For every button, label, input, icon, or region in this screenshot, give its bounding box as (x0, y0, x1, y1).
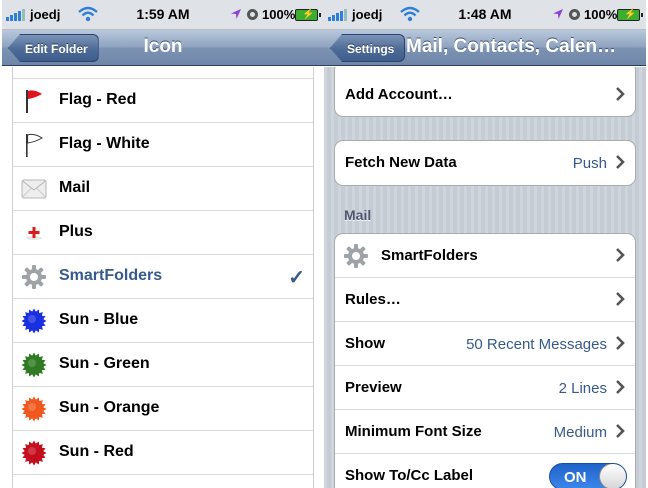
item-label: Flag - White (59, 135, 150, 152)
gear-icon (22, 265, 46, 289)
chevron-right-icon (616, 248, 625, 262)
list-item-flag-white[interactable]: Flag - White (13, 123, 313, 167)
show-cell[interactable]: Show 50 Recent Messages (335, 322, 635, 366)
show-value: 50 Recent Messages (466, 336, 607, 353)
font-size-label: Minimum Font Size (345, 423, 482, 440)
fetch-label: Fetch New Data (345, 154, 457, 171)
chevron-right-icon (616, 424, 625, 438)
page-title: Mail, Contacts, Calen… (406, 36, 617, 57)
smartfolders-label: SmartFolders (381, 247, 478, 264)
mail-group: SmartFolders Rules… Show 50 Recent Messa… (334, 233, 636, 488)
add-account-cell[interactable]: Add Account… (335, 67, 635, 116)
mail-envelope-icon (21, 179, 47, 199)
gear-icon (344, 244, 368, 268)
add-account-label: Add Account… (345, 86, 453, 103)
orange-sun-icon (21, 396, 47, 422)
item-label: Sun - Blue (59, 311, 139, 328)
list-item-smartfolders[interactable]: SmartFolders ✓ (13, 255, 313, 299)
red-sun-icon (21, 440, 47, 466)
chevron-right-icon (616, 87, 625, 101)
icon-picker-screen: joedj 1:59 AM 100% ⚡ Edit Folder Icon Fl… (2, 0, 324, 488)
accounts-group: Add Account… (334, 67, 636, 117)
plus-icon (26, 227, 42, 240)
rules-label: Rules… (345, 291, 401, 308)
mail-settings-screen: joedj 1:48 AM 100% ⚡ Settings Mail, Cont… (324, 0, 646, 488)
status-bar: joedj 1:59 AM 100% ⚡ (2, 0, 324, 30)
fetch-new-data-cell[interactable]: Fetch New Data Push (335, 141, 635, 185)
charging-bolt-icon: ⚡ (302, 9, 315, 20)
battery-icon: ⚡ (295, 9, 321, 21)
list-item-plus[interactable]: Plus (13, 211, 313, 255)
list-item-partial (13, 67, 313, 79)
toggle-on-text: ON (564, 469, 587, 486)
preview-cell[interactable]: Preview 2 Lines (335, 366, 635, 410)
battery-percent: 100% (262, 7, 296, 22)
item-label: Mail (59, 179, 91, 196)
list-item-sun-green[interactable]: Sun - Green (13, 343, 313, 387)
item-label: Flag - Red (59, 91, 137, 108)
chevron-right-icon (616, 336, 625, 350)
rotation-lock-icon (247, 9, 258, 20)
list-item-mail[interactable]: Mail (13, 167, 313, 211)
item-label: SmartFolders (59, 267, 163, 284)
list-item-sun-orange[interactable]: Sun - Orange (13, 387, 313, 431)
list-item-sun-red[interactable]: Sun - Red (13, 431, 313, 475)
settings-back-button[interactable]: Settings (330, 34, 406, 62)
item-label: Sun - Green (59, 355, 150, 372)
screenshot-composite: joedj 1:59 AM 100% ⚡ Edit Folder Icon Fl… (0, 0, 648, 488)
section-header-mail: Mail (344, 207, 372, 223)
status-bar: joedj 1:48 AM 100% ⚡ (324, 0, 646, 30)
settings-grouped-table[interactable]: Add Account… Fetch New Data Push Mail Sm… (324, 67, 646, 488)
list-item-flag-red[interactable]: Flag - Red (13, 79, 313, 123)
smartfolders-cell[interactable]: SmartFolders (335, 234, 635, 278)
checkmark-icon: ✓ (288, 267, 305, 289)
fetch-value: Push (572, 155, 607, 172)
page-title: Icon (143, 36, 183, 57)
toggle-knob (599, 464, 626, 488)
chevron-right-icon (616, 155, 625, 169)
item-label: Plus (59, 223, 93, 240)
list-item-sun-blue[interactable]: Sun - Blue (13, 299, 313, 343)
battery-percent: 100% (584, 7, 618, 22)
tocc-toggle-switch[interactable]: ON (549, 463, 627, 488)
item-label: Sun - Red (59, 443, 134, 460)
navigation-bar: Edit Folder Icon (2, 30, 324, 66)
blue-sun-icon (21, 308, 47, 334)
location-arrow-icon (553, 9, 563, 19)
chevron-right-icon (616, 380, 625, 394)
item-label: Sun - Orange (59, 399, 160, 416)
rules-cell[interactable]: Rules… (335, 278, 635, 322)
icon-list[interactable]: Flag - Red Flag - White Mail Plus SmartF… (12, 67, 314, 488)
show-tocc-cell: Show To/Cc Label ON (335, 454, 635, 488)
preview-value: 2 Lines (558, 380, 607, 397)
location-arrow-icon (231, 9, 241, 19)
green-sun-icon (21, 352, 47, 378)
white-flag-icon (26, 133, 43, 157)
chevron-right-icon (616, 292, 625, 306)
charging-bolt-icon: ⚡ (624, 9, 637, 20)
show-label: Show (345, 335, 385, 352)
rotation-lock-icon (569, 9, 580, 20)
preview-label: Preview (345, 379, 402, 396)
font-size-value: Medium (553, 424, 607, 441)
red-flag-icon (26, 90, 42, 113)
navigation-bar: Settings Mail, Contacts, Calen… (324, 30, 646, 66)
battery-icon: ⚡ (617, 9, 643, 21)
tocc-label: Show To/Cc Label (345, 467, 474, 484)
minimum-font-size-cell[interactable]: Minimum Font Size Medium (335, 410, 635, 454)
fetch-group: Fetch New Data Push (334, 140, 636, 186)
